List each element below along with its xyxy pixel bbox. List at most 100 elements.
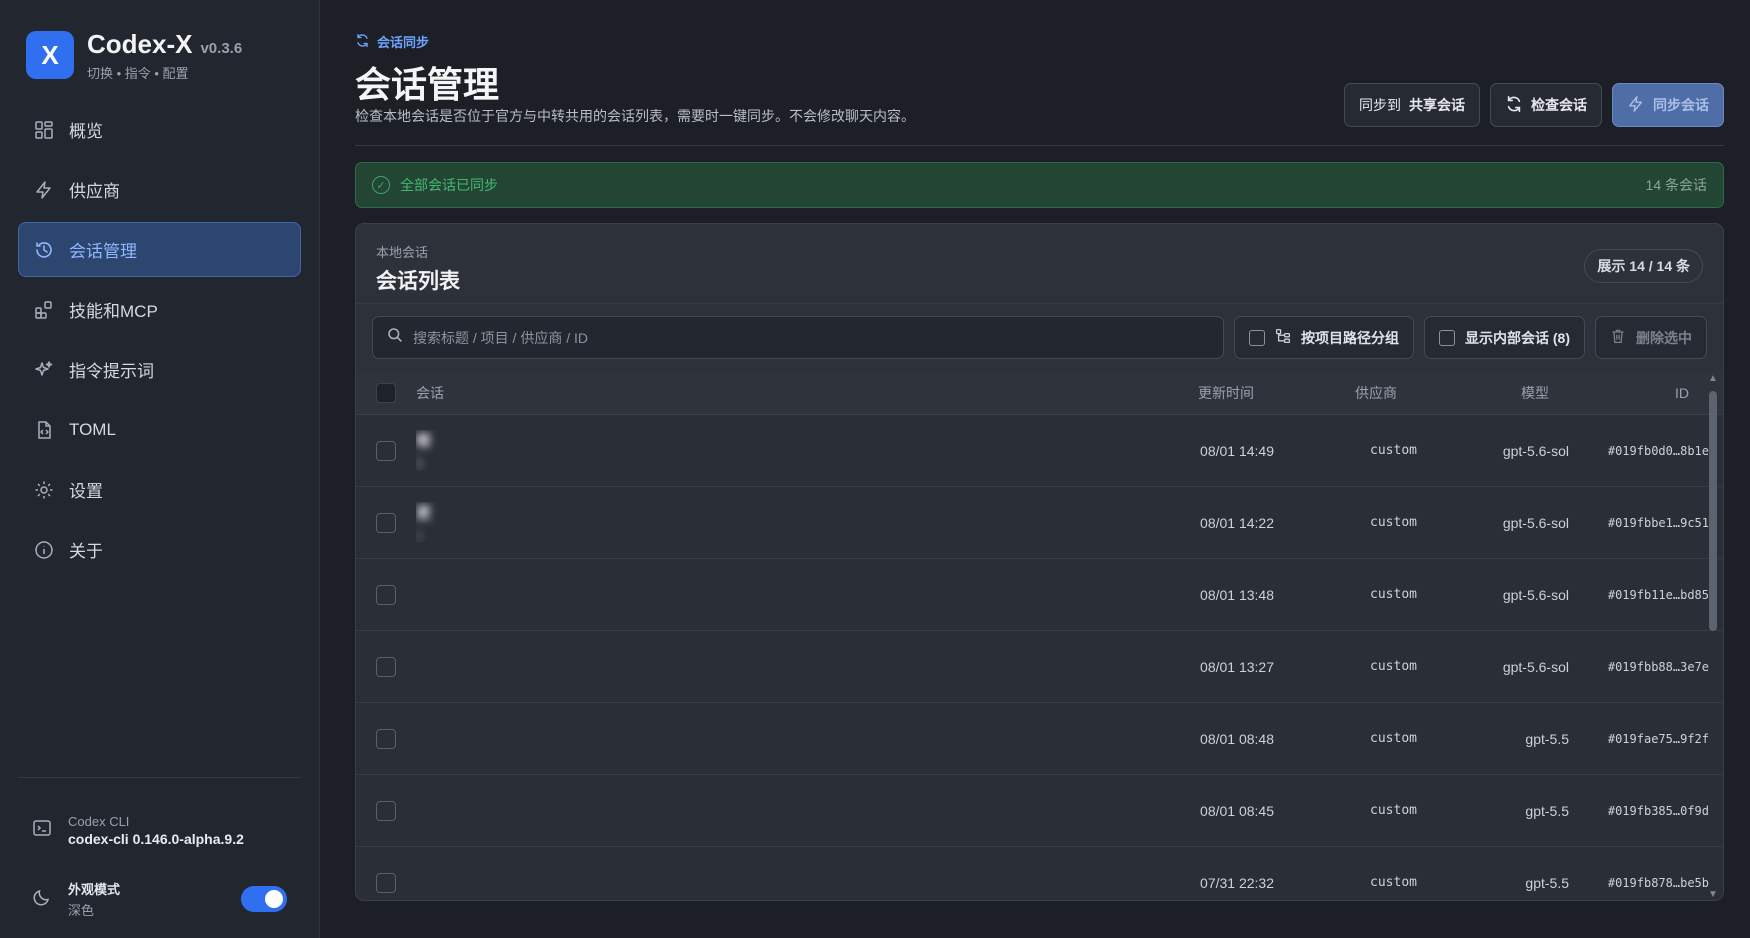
table-scrollbar[interactable]: ▲ ▼ <box>1707 371 1719 900</box>
row-checkbox[interactable] <box>376 512 396 533</box>
session-model: gpt-5.6-sol <box>1502 586 1569 603</box>
page-description: 检查本地会话是否位于官方与中转共用的会话列表，需要时一键同步。不会修改聊天内容。 <box>355 108 915 124</box>
sidebar-item-settings[interactable]: 设置 <box>18 462 301 517</box>
header-updated: 更新时间 <box>1198 384 1254 401</box>
sidebar-item-label: 关于 <box>69 542 103 561</box>
session-time: 08/01 08:45 <box>1200 802 1274 819</box>
table-row[interactable]: 08/01 13:27 custom gpt-5.6-sol #019fbb88… <box>356 631 1723 703</box>
table-header: 会话 更新时间 供应商 模型 ID <box>356 371 1723 415</box>
session-id: #019fb0d0…8b1e <box>1607 443 1709 458</box>
sidebar-item-about[interactable]: 关于 <box>18 522 301 577</box>
bolt-icon <box>1627 95 1645 116</box>
row-checkbox[interactable] <box>376 728 396 749</box>
session-table: 会话 更新时间 供应商 模型 ID 帮 D 08/01 14:49 custom… <box>356 371 1723 900</box>
app-version: v0.3.6 <box>200 39 243 57</box>
main-content: 会话同步 会话管理 检查本地会话是否位于官方与中转共用的会话列表，需要时一键同步… <box>320 0 1750 938</box>
check-circle-icon: ✓ <box>372 176 390 194</box>
row-checkbox[interactable] <box>376 656 396 677</box>
delete-selected-label: 删除选中 <box>1636 329 1692 346</box>
cli-info: Codex CLI codex-cli 0.146.0-alpha.9.2 <box>18 778 301 860</box>
session-model: gpt-5.6-sol <box>1502 442 1569 459</box>
session-time: 08/01 14:49 <box>1200 442 1274 459</box>
display-count-badge: 展示 14 / 14 条 <box>1584 249 1703 283</box>
trash-icon <box>1610 328 1626 347</box>
session-id: #019fb878…be5b <box>1607 875 1709 890</box>
app-logo: X <box>26 31 74 79</box>
grid-icon <box>33 119 55 141</box>
row-checkbox[interactable] <box>376 440 396 461</box>
scroll-thumb[interactable] <box>1709 391 1717 631</box>
sidebar-item-toml[interactable]: TOML <box>18 402 301 457</box>
moon-icon <box>32 887 54 912</box>
table-row[interactable]: 更 C 08/01 14:22 custom gpt-5.6-sol #019f… <box>356 487 1723 559</box>
header-session: 会话 <box>416 384 444 401</box>
search-input[interactable] <box>413 329 1209 346</box>
breadcrumb-label: 会话同步 <box>377 35 430 50</box>
scroll-down-arrow-icon[interactable]: ▼ <box>1708 889 1718 900</box>
session-count: 14 条会话 <box>1645 177 1707 193</box>
page-title: 会话管理 <box>355 64 500 105</box>
header-model: 模型 <box>1521 384 1549 401</box>
sparkles-icon <box>33 359 55 381</box>
session-path: C <box>416 529 424 543</box>
sync-icon <box>355 33 370 51</box>
sidebar-item-prompts[interactable]: 指令提示词 <box>18 342 301 397</box>
table-row[interactable]: 帮 D 08/01 14:49 custom gpt-5.6-sol #019f… <box>356 415 1723 487</box>
sync-status-text: 全部会话已同步 <box>400 177 498 193</box>
session-id: #019fb385…0f9d <box>1607 803 1709 818</box>
sidebar-item-sessions[interactable]: 会话管理 <box>18 222 301 277</box>
cli-title: Codex CLI <box>68 813 130 829</box>
terminal-icon <box>32 818 54 843</box>
sync-to-target: 共享会话 <box>1409 97 1465 113</box>
session-id: #019fb11e…bd85 <box>1607 587 1709 602</box>
card-title: 会话列表 <box>376 270 460 293</box>
table-row[interactable]: 07/31 22:32 custom gpt-5.5 #019fb878…be5… <box>356 847 1723 900</box>
show-internal-toggle[interactable]: 显示内部会话 (8) <box>1424 316 1585 359</box>
app-name: Codex-X <box>87 28 193 59</box>
scroll-up-arrow-icon[interactable]: ▲ <box>1708 373 1718 384</box>
sync-sessions-button[interactable]: 同步会话 <box>1612 83 1724 127</box>
check-sessions-button[interactable]: 检查会话 <box>1490 83 1602 127</box>
session-path: D <box>416 457 424 471</box>
select-all-checkbox[interactable] <box>376 382 396 403</box>
sidebar-item-providers[interactable]: 供应商 <box>18 162 301 217</box>
sidebar-item-label: 概览 <box>69 122 103 141</box>
checkbox[interactable] <box>1249 329 1265 346</box>
sync-sessions-label: 同步会话 <box>1653 97 1709 113</box>
header-id: ID <box>1675 384 1689 401</box>
bolt-icon <box>33 179 55 201</box>
sidebar-item-label: 供应商 <box>69 182 120 201</box>
sync-to-shared-button[interactable]: 同步到 共享会话 <box>1344 83 1480 127</box>
list-toolbar: 按项目路径分组 显示内部会话 (8) 删除选中 <box>356 304 1723 371</box>
refresh-icon <box>1505 95 1523 116</box>
delete-selected-button[interactable]: 删除选中 <box>1595 316 1707 359</box>
session-model: gpt-5.5 <box>1525 874 1569 891</box>
checkbox[interactable] <box>1439 329 1455 346</box>
theme-toggle[interactable] <box>241 886 287 912</box>
group-by-path-label: 按项目路径分组 <box>1301 329 1399 346</box>
session-provider: custom <box>1370 803 1417 818</box>
card-subtitle: 本地会话 <box>376 245 429 260</box>
info-icon <box>33 539 55 561</box>
table-row[interactable]: 08/01 13:48 custom gpt-5.6-sol #019fb11e… <box>356 559 1723 631</box>
session-provider: custom <box>1370 515 1417 530</box>
row-checkbox[interactable] <box>376 800 396 821</box>
gear-icon <box>33 479 55 501</box>
sidebar-item-label: 设置 <box>69 482 103 501</box>
session-list-card: 本地会话 会话列表 展示 14 / 14 条 按项目路径分组 <box>355 223 1724 901</box>
sidebar: X Codex-X v0.3.6 切换 • 指令 • 配置 概览 供应商 会话管… <box>0 0 320 938</box>
row-checkbox[interactable] <box>376 872 396 893</box>
sync-to-prefix: 同步到 <box>1359 97 1401 113</box>
table-row[interactable]: 08/01 08:45 custom gpt-5.5 #019fb385…0f9… <box>356 775 1723 847</box>
session-id: #019fbb88…3e7e <box>1607 659 1709 674</box>
sidebar-item-skills-mcp[interactable]: 技能和MCP <box>18 282 301 337</box>
row-checkbox[interactable] <box>376 584 396 605</box>
group-by-path-toggle[interactable]: 按项目路径分组 <box>1234 316 1414 359</box>
sidebar-item-overview[interactable]: 概览 <box>18 102 301 157</box>
table-row[interactable]: 08/01 08:48 custom gpt-5.5 #019fae75…9f2… <box>356 703 1723 775</box>
session-time: 08/01 14:22 <box>1200 514 1274 531</box>
blocks-icon <box>33 299 55 321</box>
search-icon <box>387 327 403 348</box>
session-time: 08/01 13:48 <box>1200 586 1274 603</box>
app-subtitle: 切换 • 指令 • 配置 <box>87 65 189 81</box>
